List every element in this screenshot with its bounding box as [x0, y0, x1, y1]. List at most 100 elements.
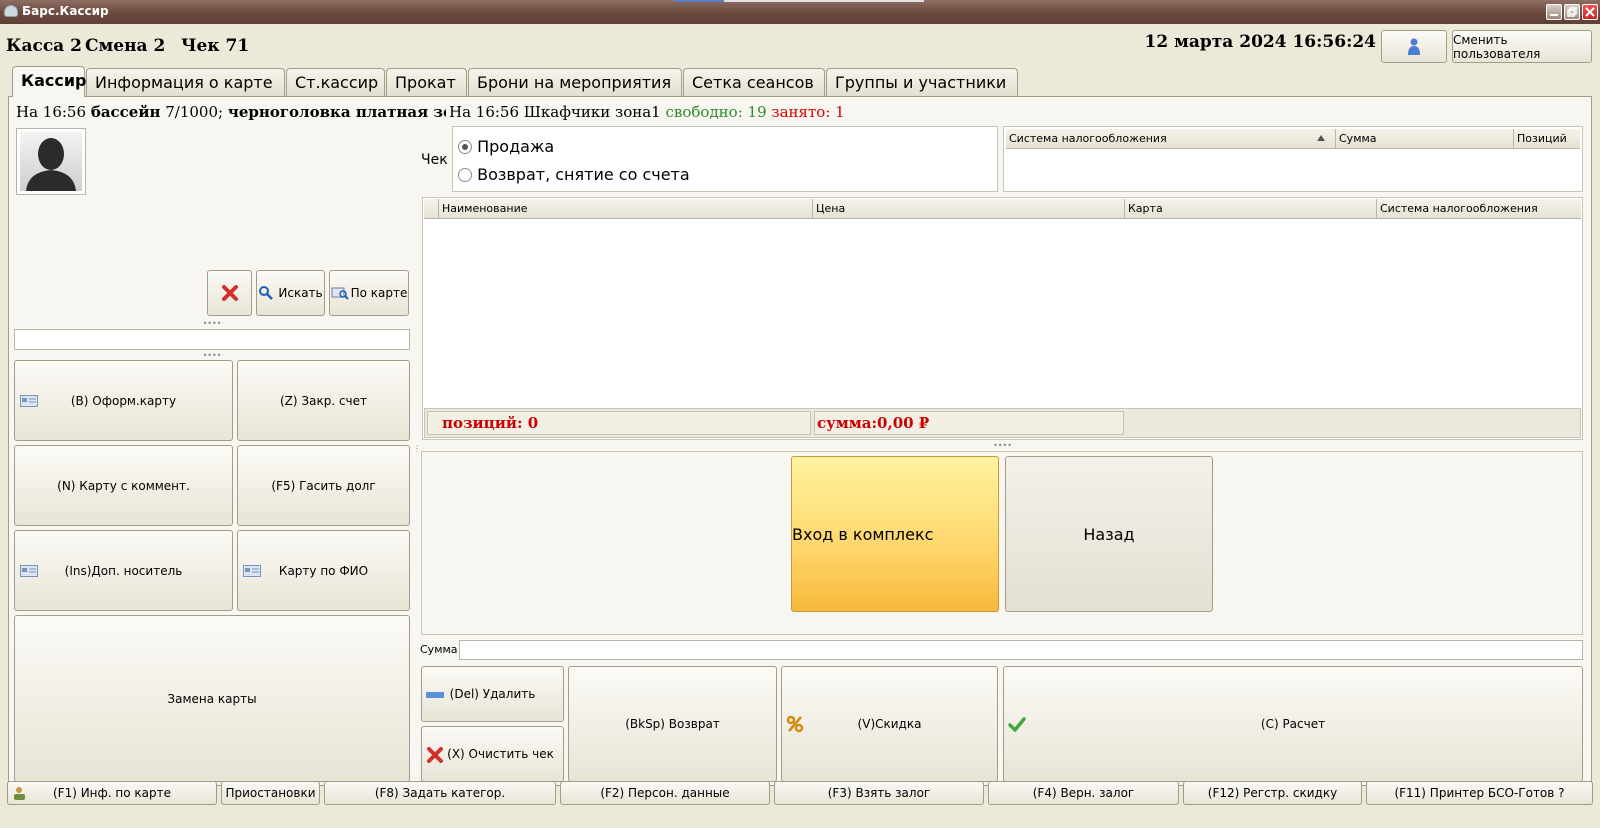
items-grid-header: Наименование Цена Карта Система налогооб…: [424, 199, 1581, 219]
lockers-label: На 16:56 Шкафчики зона1: [449, 103, 661, 121]
tab-cashier[interactable]: Кассир: [12, 66, 87, 97]
by-card-label: По карте: [350, 286, 408, 300]
take-deposit-button[interactable]: (F3) Взять залог: [774, 781, 984, 805]
tax-col-system-label: Система налогообложения: [1009, 132, 1167, 145]
return-button[interactable]: (BkSp) Возврат: [568, 666, 777, 782]
quick-action-area: [421, 451, 1583, 635]
return-deposit-button[interactable]: (F4) Верн. залог: [988, 781, 1179, 805]
tab-card-info[interactable]: Информация о карте: [86, 68, 285, 96]
issue-card-label: (B) Оформ.карту: [70, 393, 177, 408]
printer-status-button[interactable]: (F11) Принтер БСО-Готов ?: [1366, 781, 1593, 805]
refund-radio-dot[interactable]: [458, 168, 472, 182]
delete-x-icon: [221, 285, 238, 301]
card-icon: [20, 565, 38, 577]
check-type-group: Продажа Возврат, снятие со счета: [452, 126, 998, 192]
extra-carrier-button[interactable]: (Ins)Доп. носитель: [14, 530, 233, 611]
sale-radio-dot[interactable]: [458, 140, 472, 154]
totals-bar: позиций: 0 сумма:0,00 ₽: [424, 408, 1581, 438]
close-account-button[interactable]: (Z) Закр. счет: [237, 360, 410, 441]
lockers-free: свободно: 19: [665, 103, 767, 121]
issue-card-button[interactable]: (B) Оформ.карту: [14, 360, 233, 441]
pay-button[interactable]: (C) Расчет: [1003, 666, 1583, 782]
search-button[interactable]: Искать: [256, 270, 325, 316]
lockers-busy: занято: 1: [771, 103, 845, 121]
personal-data-button[interactable]: (F2) Персон. данные: [560, 781, 770, 805]
app-icon: [4, 5, 18, 17]
delete-label: (Del) Удалить: [449, 687, 536, 701]
splitter-handle[interactable]: ••••: [14, 352, 410, 360]
tab-groups[interactable]: Группы и участники: [826, 68, 1018, 96]
search-icon: [259, 286, 274, 300]
pay-debt-button[interactable]: (F5) Гасить долг: [237, 445, 410, 526]
tax-grid-header: Система налогообложения Сумма Позиций: [1006, 129, 1580, 149]
sum-input[interactable]: [459, 640, 1583, 660]
restore-icon[interactable]: [1564, 4, 1580, 20]
tax-col-sum[interactable]: Сумма: [1336, 129, 1514, 148]
card-by-name-label: Карту по ФИО: [278, 563, 369, 578]
tab-bookings[interactable]: Брони на мероприятия: [468, 68, 682, 96]
positions-total: позиций: 0: [427, 411, 811, 435]
user-info-button[interactable]: [1381, 30, 1447, 63]
tax-col-positions[interactable]: Позиций: [1514, 129, 1580, 148]
window-title: Барс.Кассир: [22, 4, 109, 18]
back-button[interactable]: Назад: [1005, 456, 1213, 612]
user-card-icon: [14, 787, 25, 800]
window-title-bar: Барс.Кассир: [0, 0, 1600, 24]
change-user-button[interactable]: Сменить пользователя: [1452, 30, 1592, 63]
discount-label: (V)Скидка: [857, 717, 922, 731]
tax-grid: Система налогообложения Сумма Позиций: [1003, 126, 1583, 192]
datetime: 12 марта 2024 16:56:24: [1144, 32, 1376, 52]
set-category-button[interactable]: (F8) Задать категор.: [324, 781, 556, 805]
smena-label: Смена 2: [85, 36, 166, 56]
card-info-f1-label: (F1) Инф. по карте: [52, 786, 172, 800]
enter-complex-button[interactable]: Вход в комплекс: [791, 456, 999, 612]
minus-icon: [426, 692, 444, 698]
sort-asc-icon: [1317, 135, 1325, 141]
sum-field-label: Сумма: [420, 643, 458, 656]
clear-check-button[interactable]: (X) Очистить чек: [421, 726, 564, 782]
sum-total: сумма:0,00 ₽: [814, 411, 1124, 435]
search-by-card-button[interactable]: По карте: [329, 270, 409, 316]
tab-senior-cashier[interactable]: Ст.кассир: [286, 68, 385, 96]
card-info-f1-button[interactable]: (F1) Инф. по карте: [7, 781, 217, 805]
zone-name: черноголовка платная зона: [227, 103, 446, 121]
register-discount-button[interactable]: (F12) Регстр. скидку: [1183, 781, 1362, 805]
sale-radio[interactable]: Продажа: [458, 137, 554, 156]
card-with-comment-button[interactable]: (N) Карту с коммент.: [14, 445, 233, 526]
clear-check-label: (X) Очистить чек: [447, 747, 554, 761]
delete-x-icon: [427, 747, 443, 763]
pool-value: 7/1000;: [165, 103, 224, 121]
items-col-tax[interactable]: Система налогообложения: [1377, 199, 1581, 218]
person-silhouette-icon: [26, 138, 76, 191]
tax-col-system[interactable]: Система налогообложения: [1006, 129, 1336, 148]
card-by-name-button[interactable]: Карту по ФИО: [237, 530, 410, 611]
title-decoration: [674, 0, 724, 2]
clear-search-button[interactable]: [207, 270, 252, 316]
minimize-icon[interactable]: [1546, 4, 1562, 20]
refund-radio[interactable]: Возврат, снятие со счета: [458, 165, 690, 184]
items-col-price[interactable]: Цена: [813, 199, 1125, 218]
kassa-label: Касса 2: [6, 36, 82, 56]
tab-sessions[interactable]: Сетка сеансов: [683, 68, 825, 96]
refund-label: Возврат, снятие со счета: [477, 165, 690, 184]
discount-button[interactable]: (V)Скидка: [781, 666, 998, 782]
search-input[interactable]: [14, 329, 410, 350]
occupancy-info: На 16:56 бассейн 7/1000; черноголовка пл…: [16, 103, 446, 121]
items-col-name[interactable]: Наименование: [439, 199, 813, 218]
vertical-splitter[interactable]: ⋮: [413, 445, 421, 461]
close-icon[interactable]: [1582, 4, 1598, 20]
items-col-card[interactable]: Карта: [1125, 199, 1377, 218]
splitter-handle[interactable]: ••••: [422, 442, 1583, 450]
splitter-handle[interactable]: ••••: [14, 320, 410, 328]
card-search-icon: [331, 287, 349, 300]
percent-icon: [786, 715, 804, 733]
card-icon: [20, 395, 38, 407]
delete-button[interactable]: (Del) Удалить: [421, 666, 564, 722]
replace-card-button[interactable]: Замена карты: [14, 615, 410, 782]
row-indicator-col: [424, 199, 439, 218]
occupancy-time: На 16:56: [16, 103, 87, 121]
suspensions-button[interactable]: Приостановки: [221, 781, 320, 805]
tab-rental[interactable]: Прокат: [386, 68, 467, 96]
title-decoration: [724, 0, 924, 2]
pool-name: бассейн: [90, 103, 161, 121]
